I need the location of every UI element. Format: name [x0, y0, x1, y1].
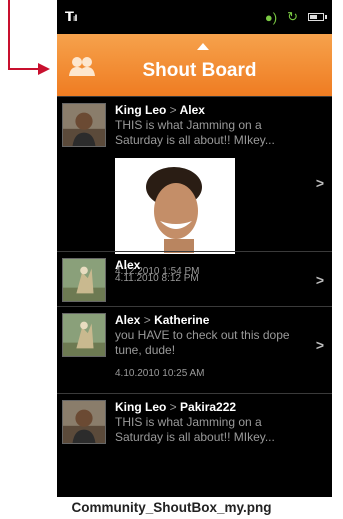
shout-list: King Leo > Alex THIS is what Jamming on …	[57, 96, 332, 483]
list-item[interactable]: Alex > Katherine you HAVE to check out t…	[57, 306, 332, 393]
battery-icon	[308, 13, 327, 21]
chevron-right-icon[interactable]: >	[316, 337, 324, 353]
sender-name: Alex	[115, 258, 141, 272]
annotation-line	[8, 0, 10, 70]
message-text: THIS is what Jamming on a Saturday is al…	[115, 415, 275, 444]
message-text: you HAVE to check out this dope tune, du…	[115, 328, 290, 357]
message-text: THIS is what Jamming on a Saturday is al…	[115, 118, 275, 147]
sender-name: Alex	[115, 313, 141, 327]
status-bar: 𝗧ıll ●) ↻	[57, 0, 332, 34]
sender-name: King Leo	[115, 103, 167, 117]
phone-screen: 𝗧ıll ●) ↻ Shout Board King Leo > Alex TH…	[57, 0, 332, 497]
timestamp: 4.11.2010 8:12 PM	[115, 273, 199, 284]
image-caption: Community_ShoutBox_my.png	[71, 500, 272, 515]
annotation-line	[8, 68, 42, 70]
avatar	[62, 313, 106, 357]
signal-icon: 𝗧ıll	[65, 9, 77, 24]
recipient-name: Katherine	[154, 313, 210, 327]
avatar	[62, 103, 106, 147]
page-title: Shout Board	[142, 60, 257, 81]
recipient-name: Pakira222	[180, 400, 237, 414]
avatar	[62, 258, 106, 302]
collapse-caret-icon[interactable]	[197, 43, 209, 50]
list-item[interactable]: Alex 4.11.2010 8:12 PM >	[57, 251, 332, 306]
recipient-name: Alex	[179, 103, 205, 117]
list-item[interactable]: King Leo > Alex THIS is what Jamming on …	[57, 96, 332, 277]
sync-icon: ↻	[287, 9, 298, 24]
chevron-right-icon[interactable]: >	[316, 272, 324, 288]
sender-name: King Leo	[115, 400, 167, 414]
list-item[interactable]: King Leo > Pakira222 THIS is what Jammin…	[57, 393, 332, 483]
speaker-icon: ●)	[264, 9, 278, 25]
avatar	[62, 400, 106, 444]
header-bar: Shout Board	[57, 34, 332, 96]
timestamp: 4.10.2010 10:25 AM	[115, 368, 205, 379]
chevron-right-icon[interactable]: >	[316, 175, 324, 191]
annotation-arrow-icon	[38, 63, 50, 75]
shared-photo[interactable]	[115, 158, 235, 254]
